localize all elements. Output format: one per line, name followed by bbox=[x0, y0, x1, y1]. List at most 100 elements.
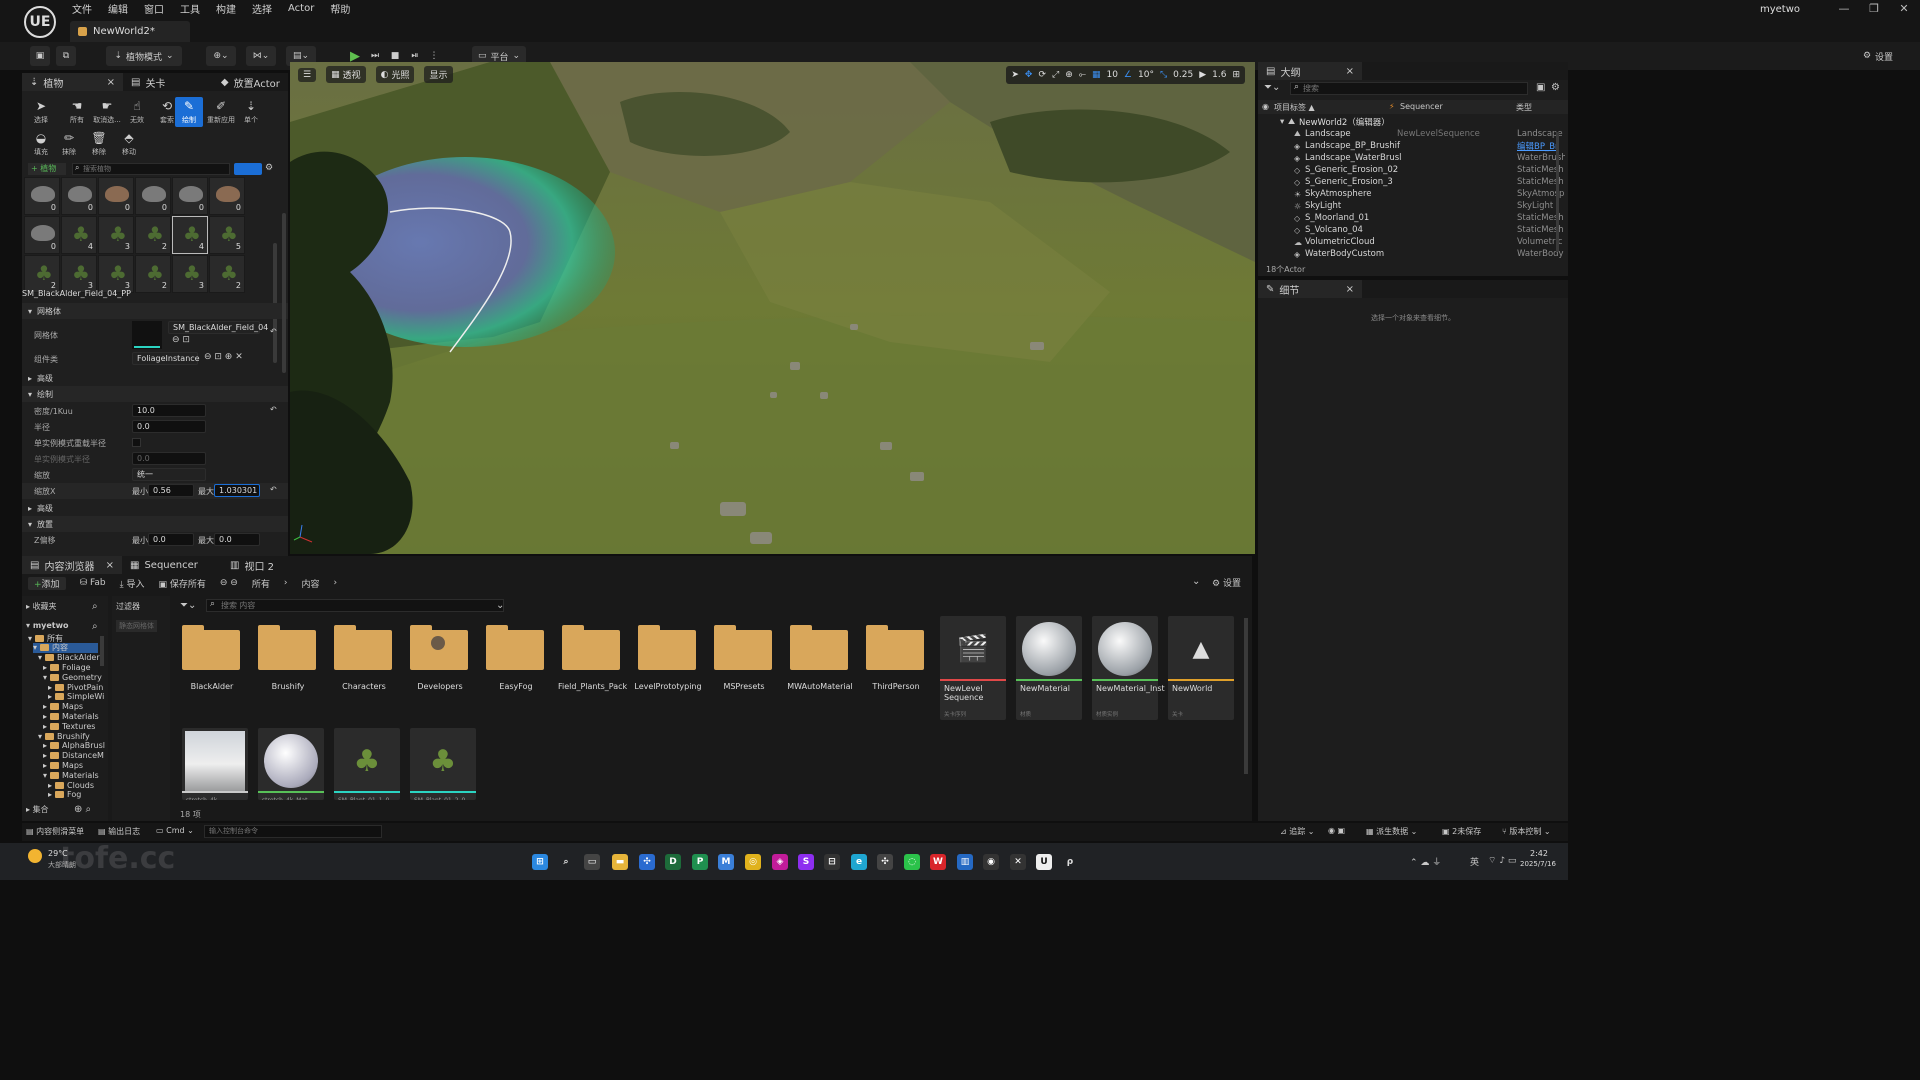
mesh-dropdown[interactable]: SM_BlackAlder_Field_04 bbox=[168, 321, 268, 334]
component-action-icons[interactable]: ⊖ ⊡ ⊕ ✕ bbox=[204, 352, 243, 362]
viewport-menu-button[interactable]: ☰ bbox=[298, 67, 317, 82]
task-view-icon[interactable]: ▭ bbox=[584, 854, 600, 870]
folder-tree-item[interactable]: ▸ PivotPain bbox=[48, 682, 103, 692]
clock-date[interactable]: 2025/7/16 bbox=[1520, 860, 1556, 868]
asset-scrollbar[interactable] bbox=[1244, 618, 1248, 774]
column-sequencer[interactable]: Sequencer bbox=[1400, 102, 1443, 111]
folder-tile[interactable]: Brushify bbox=[254, 620, 322, 714]
radius-input[interactable]: 0.0 bbox=[132, 420, 206, 433]
filter-icon[interactable]: ⏷⌄ bbox=[180, 600, 196, 611]
outliner-root[interactable]: ▾ ⛰ NewWorld2（编辑器） bbox=[1258, 116, 1568, 128]
close-icon[interactable]: × bbox=[1346, 284, 1354, 295]
outliner-row[interactable]: ☀ SkyAtmosphere SkyAtmosp bbox=[1258, 188, 1568, 200]
show-button[interactable]: 显示 bbox=[424, 66, 453, 83]
outliner-row[interactable]: ◇ S_Generic_Erosion_3 StaticMesh bbox=[1258, 176, 1568, 188]
folder-tile[interactable]: MWAutoMaterial bbox=[786, 620, 854, 714]
folder-tile[interactable]: Characters bbox=[330, 620, 398, 714]
network-sound-icons[interactable]: ⌔ ♪ ▭ bbox=[1488, 855, 1516, 866]
start-icon[interactable]: ⊞ bbox=[532, 854, 548, 870]
foliage-thumbnail[interactable]: ♣ 5 bbox=[209, 216, 245, 254]
outliner-row[interactable]: ◈ Landscape_BP_Brushif 编辑BP_Br bbox=[1258, 140, 1568, 152]
close-icon[interactable]: × bbox=[106, 560, 114, 571]
folder-tile[interactable]: ThirdPerson bbox=[862, 620, 930, 714]
tree-scrollbar[interactable] bbox=[100, 636, 104, 666]
folder-tree-item[interactable]: ▸ Fog bbox=[48, 790, 81, 800]
menu-build[interactable]: 构建 bbox=[216, 1, 236, 16]
camera-speed-icon[interactable]: ▶ bbox=[1199, 70, 1206, 80]
grid-snap-value[interactable]: 10 bbox=[1106, 70, 1117, 80]
minimize-button[interactable]: — bbox=[1832, 2, 1856, 15]
menu-edit[interactable]: 编辑 bbox=[108, 1, 128, 16]
outliner-row[interactable]: ◇ S_Moorland_01 StaticMesh bbox=[1258, 212, 1568, 224]
scale-icon[interactable]: ⤢ bbox=[1052, 70, 1059, 80]
unsaved-button[interactable]: ▣ 2未保存 bbox=[1442, 826, 1481, 837]
tool-remove[interactable]: 🗑 移除 bbox=[82, 129, 116, 159]
foliage-thumbnail[interactable]: ♣ 2 bbox=[209, 255, 245, 293]
app-icon-9[interactable]: ◉ bbox=[983, 854, 999, 870]
app-icon-1[interactable]: ✣ bbox=[639, 854, 655, 870]
add-button[interactable]: +添加 bbox=[28, 576, 66, 590]
folder-tree-item[interactable]: ▸ AlphaBrusl bbox=[43, 741, 105, 751]
menu-help[interactable]: 帮助 bbox=[330, 1, 350, 16]
output-log-button[interactable]: ▤ 输出日志 bbox=[98, 826, 140, 837]
rotate-icon[interactable]: ⟳ bbox=[1038, 70, 1046, 80]
section-advanced-2[interactable]: ▸ 高级 bbox=[22, 500, 288, 516]
gear-icon[interactable]: ⚙ bbox=[1551, 82, 1560, 93]
project-header[interactable]: ▾ myetwo bbox=[26, 621, 69, 630]
outliner-search-input[interactable] bbox=[1290, 82, 1528, 95]
reset-icon[interactable]: ↶ bbox=[270, 485, 277, 494]
menu-tools[interactable]: 工具 bbox=[180, 1, 200, 16]
folder-tree-item[interactable]: ▾ Materials bbox=[43, 770, 99, 780]
weather-icon[interactable] bbox=[28, 849, 42, 863]
outliner-row[interactable]: ☁ VolumetricCloud Volumetric bbox=[1258, 236, 1568, 248]
tab-outliner[interactable]: ▤ 大纲 × bbox=[1258, 62, 1362, 80]
fab-button[interactable]: ⛁ Fab bbox=[80, 578, 106, 588]
folder-tree-item[interactable]: ▸ Foliage bbox=[43, 662, 91, 672]
foliage-search-input[interactable] bbox=[72, 163, 230, 175]
content-settings-button[interactable]: ⚙ 设置 bbox=[1212, 576, 1241, 589]
component-dropdown[interactable]: FoliageInstance bbox=[132, 352, 200, 365]
search-icon[interactable]: ⌕ bbox=[92, 621, 98, 632]
tab-details[interactable]: ✎ 细节 × bbox=[1258, 280, 1362, 298]
folder-tile[interactable]: BlackAlder bbox=[178, 620, 246, 714]
surface-snap-icon[interactable]: ⟜ bbox=[1079, 70, 1086, 80]
column-label[interactable]: 项目标签 ▲ bbox=[1274, 102, 1315, 113]
menu-actor[interactable]: Actor bbox=[288, 3, 314, 14]
close-button[interactable]: ✕ bbox=[1892, 2, 1916, 15]
tool-select-all[interactable]: ☚ 所有 bbox=[60, 97, 94, 127]
density-input[interactable]: 10.0 bbox=[132, 404, 206, 417]
outliner-row[interactable]: ◈ Landscape_WaterBrusl WaterBrush bbox=[1258, 152, 1568, 164]
browse-asset-icon[interactable]: ⊖ ⊡ bbox=[172, 335, 190, 345]
foliage-thumbnail[interactable]: 0 bbox=[98, 177, 134, 215]
translate-icon[interactable]: ✥ bbox=[1025, 70, 1033, 80]
foliage-thumbnail[interactable]: ♣ 3 bbox=[98, 255, 134, 293]
tool-deselect[interactable]: ☛ 取消选... bbox=[90, 97, 124, 127]
folder-tile[interactable]: Field_Plants_Pack bbox=[558, 620, 627, 714]
unreal-logo[interactable]: UE bbox=[24, 6, 56, 38]
folder-tile[interactable]: MSPresets bbox=[710, 620, 778, 714]
folder-tile[interactable]: LevelPrototyping bbox=[634, 620, 702, 714]
tab-place-actors[interactable]: ◆ 放置Actor bbox=[213, 73, 288, 91]
app-icon-8[interactable]: ▥ bbox=[957, 854, 973, 870]
search-icon[interactable]: ⌕ bbox=[558, 854, 574, 870]
console-input[interactable] bbox=[204, 825, 382, 838]
folder-tree-item[interactable]: ▾ Geometry bbox=[43, 672, 102, 682]
app-icon-2[interactable]: M bbox=[718, 854, 734, 870]
wechat-icon[interactable]: ◌ bbox=[904, 854, 920, 870]
gear-icon[interactable]: ⚙ bbox=[265, 163, 273, 173]
tab-viewport2[interactable]: ▥ 视口 2 bbox=[222, 556, 302, 574]
content-drawer-button[interactable]: ▤ 内容侧滑菜单 bbox=[26, 826, 84, 837]
foliage-thumbnail[interactable]: ♣ 3 bbox=[61, 255, 97, 293]
folder-tile[interactable]: Developers bbox=[406, 620, 474, 714]
filter-icon[interactable]: ⏷⌄ bbox=[1264, 82, 1280, 93]
add-actor-icon[interactable]: ⊕⌄ bbox=[206, 46, 236, 66]
paint-filter-button[interactable] bbox=[234, 163, 262, 175]
asset-tile[interactable]: NewMaterial_Inst 材质实例 bbox=[1092, 616, 1165, 720]
foliage-thumbnail[interactable]: 0 bbox=[61, 177, 97, 215]
rotation-snap-value[interactable]: 10° bbox=[1138, 70, 1154, 80]
foliage-thumbnail[interactable]: 0 bbox=[24, 216, 60, 254]
foliage-thumbnail[interactable]: 0 bbox=[172, 177, 208, 215]
app-icon-7[interactable]: W bbox=[930, 854, 946, 870]
perf-icons[interactable]: ◉ ▣ bbox=[1328, 826, 1345, 835]
menu-select[interactable]: 选择 bbox=[252, 1, 272, 16]
